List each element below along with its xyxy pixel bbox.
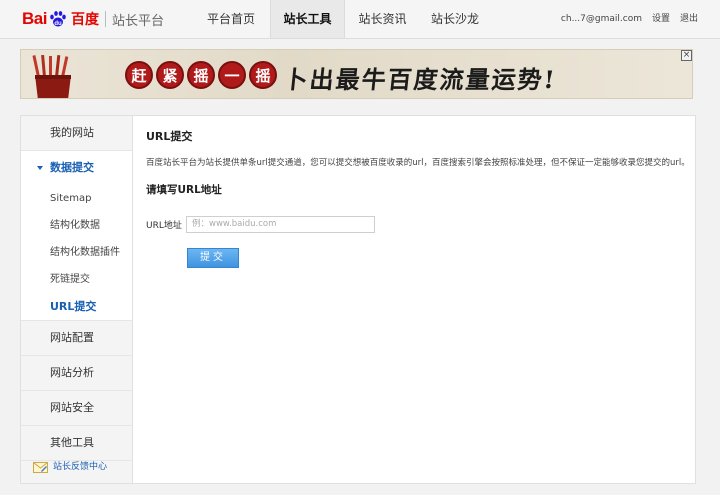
top-bar: Bai du 百度 站长平台 平台首页 站长工具 站长资讯 站长沙龙 ch...… bbox=[0, 0, 720, 39]
sidebar-item-site-analysis[interactable]: 网站分析 bbox=[21, 356, 132, 391]
url-input[interactable]: 例：www.baidu.com bbox=[186, 216, 375, 233]
logo-baidu-cn: 百度 bbox=[70, 12, 99, 28]
caret-down-icon bbox=[37, 166, 43, 170]
nav-platform-home[interactable]: 平台首页 bbox=[192, 0, 270, 38]
svg-text:du: du bbox=[54, 21, 62, 27]
sidebar-item-my-sites[interactable]: 我的网站 bbox=[21, 116, 132, 151]
settings-link[interactable]: 设置 bbox=[652, 0, 670, 38]
logo-bai: Bai bbox=[22, 9, 47, 28]
user-bar: ch...7@gmail.com 设置 退出 bbox=[561, 0, 698, 38]
fortune-sticks-icon bbox=[32, 55, 71, 98]
sidebar-subitem-structured-data-plugin[interactable]: 结构化数据插件 bbox=[21, 239, 132, 266]
sidebar-subitem-structured-data[interactable]: 结构化数据 bbox=[21, 212, 132, 239]
page-description: 百度站长平台为站长提供单条url提交通道，您可以提交想被百度收录的url，百度搜… bbox=[146, 158, 690, 168]
logo-divider bbox=[104, 11, 106, 27]
logo-platform-name: 站长平台 bbox=[111, 13, 164, 29]
sidebar-item-site-security[interactable]: 网站安全 bbox=[21, 391, 132, 426]
content-area: URL提交 百度站长平台为站长提供单条url提交通道，您可以提交想被百度收录的u… bbox=[146, 128, 690, 268]
sidebar-item-data-submit[interactable]: 数据提交 bbox=[21, 151, 132, 185]
banner-char: 赶 bbox=[125, 61, 153, 89]
logout-link[interactable]: 退出 bbox=[680, 0, 698, 38]
baidu-logo[interactable]: Bai du 百度 站长平台 bbox=[22, 6, 164, 32]
sidebar-item-site-config[interactable]: 网站配置 bbox=[21, 320, 132, 356]
envelope-icon bbox=[33, 461, 48, 473]
page-title: URL提交 bbox=[146, 130, 193, 143]
banner-slogan: 卜出最牛百度流量运势! bbox=[282, 65, 558, 94]
section-title: 请填写URL地址 bbox=[146, 184, 222, 196]
url-form-row: URL地址 例：www.baidu.com bbox=[146, 216, 375, 233]
sidebar-submenu: Sitemap 结构化数据 结构化数据插件 死链提交 URL提交 bbox=[21, 185, 132, 320]
sidebar-subitem-url-submit[interactable]: URL提交 bbox=[21, 293, 132, 320]
promo-banner[interactable]: 赶 紧 摇 一 摇 卜出最牛百度流量运势! bbox=[20, 49, 693, 99]
banner-close-button[interactable]: × bbox=[681, 50, 692, 61]
nav-webmaster-news[interactable]: 站长资讯 bbox=[345, 0, 420, 38]
banner-char: 一 bbox=[218, 61, 246, 89]
banner-circle-chars: 赶 紧 摇 一 摇 bbox=[125, 61, 277, 89]
sidebar-subitem-dead-link[interactable]: 死链提交 bbox=[21, 266, 132, 293]
banner-char: 摇 bbox=[187, 61, 215, 89]
baidu-paw-icon: du bbox=[50, 11, 66, 27]
url-label: URL地址 bbox=[146, 221, 182, 231]
submit-button[interactable]: 提交 bbox=[187, 248, 239, 268]
banner-char: 摇 bbox=[249, 61, 277, 89]
main-nav: 平台首页 站长工具 站长资讯 站长沙龙 bbox=[180, 0, 490, 38]
main-panel: 我的网站 数据提交 Sitemap 结构化数据 结构化数据插件 死链提交 URL… bbox=[20, 115, 696, 484]
sidebar-subitem-sitemap[interactable]: Sitemap bbox=[21, 185, 132, 212]
sidebar-item-label: 数据提交 bbox=[50, 161, 94, 174]
banner-char: 紧 bbox=[156, 61, 184, 89]
feedback-label: 站长反馈中心 bbox=[53, 462, 108, 472]
sidebar: 我的网站 数据提交 Sitemap 结构化数据 结构化数据插件 死链提交 URL… bbox=[21, 116, 133, 483]
nav-webmaster-tools[interactable]: 站长工具 bbox=[270, 0, 345, 38]
user-email-link[interactable]: ch...7@gmail.com bbox=[561, 0, 642, 38]
nav-webmaster-salon[interactable]: 站长沙龙 bbox=[420, 0, 490, 38]
feedback-center-link[interactable]: 站长反馈中心 bbox=[21, 451, 131, 483]
